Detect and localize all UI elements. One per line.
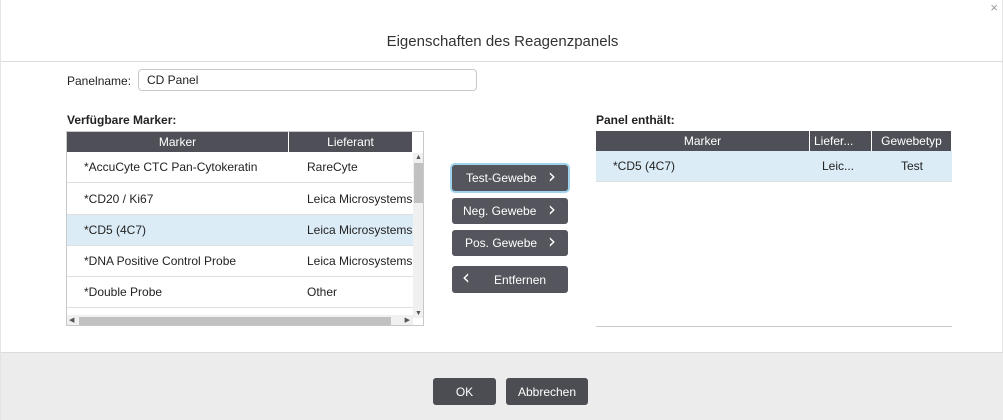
marker-row-selected[interactable]: *CD5 (4C7) Leica Microsystems (67, 215, 413, 246)
add-pos-tissue-button[interactable]: Pos. Gewebe › (452, 230, 568, 256)
marker-row[interactable]: *Double Probe Other (67, 277, 413, 308)
marker-row[interactable]: *AccuCyte CTC Pan-Cytokeratin RareCyte (67, 152, 413, 183)
marker-row[interactable]: *DNA Positive Control Probe Leica Micros… (67, 246, 413, 277)
tissue-type-cell: Test (900, 159, 923, 173)
panel-contains-grid: Marker Liefer... Gewebetyp *CD5 (4C7) Le… (596, 131, 952, 327)
dialog-title: Eigenschaften des Reagenzpanels (386, 33, 619, 50)
available-markers-label: Verfügbare Marker: (67, 113, 177, 127)
horizontal-scroll-thumb[interactable] (79, 317, 391, 325)
chevron-right-icon: › (548, 164, 556, 188)
reagent-panel-dialog: × Eigenschaften des Reagenzpanels Paneln… (0, 0, 1003, 420)
column-header-marker[interactable]: Marker (596, 131, 810, 151)
vertical-scrollbar[interactable]: ▲ ▼ (413, 153, 423, 318)
column-header-supplier[interactable]: Liefer... (810, 131, 872, 151)
supplier-cell: Leica Microsystems (307, 192, 413, 206)
panel-name-label: Panelname: (67, 74, 132, 88)
available-grid-header: Marker Lieferant (67, 132, 413, 152)
panel-row-selected[interactable]: *CD5 (4C7) Leic... Test (596, 151, 952, 182)
dialog-footer: OK Abbrechen (1, 352, 1003, 420)
marker-cell: *CD5 (4C7) (84, 223, 147, 237)
supplier-cell: RareCyte (307, 160, 358, 174)
column-header-tissue-type[interactable]: Gewebetyp (872, 131, 952, 151)
horizontal-scrollbar[interactable]: ◀ ▶ (67, 315, 413, 325)
scroll-up-icon[interactable]: ▲ (413, 154, 423, 162)
vertical-scroll-thumb[interactable] (414, 163, 423, 203)
close-icon[interactable]: × (990, 1, 998, 15)
column-header-marker[interactable]: Marker (67, 132, 289, 152)
supplier-cell: Other (307, 285, 338, 299)
add-pos-tissue-label: Pos. Gewebe (465, 236, 538, 250)
cancel-button[interactable]: Abbrechen (506, 378, 588, 405)
supplier-cell: Leic... (822, 159, 855, 173)
chevron-right-icon: › (548, 197, 556, 221)
ok-button[interactable]: OK (433, 378, 496, 405)
add-test-tissue-label: Test-Gewebe (466, 171, 537, 185)
remove-label: Entfernen (494, 273, 547, 287)
scroll-right-icon[interactable]: ▶ (405, 315, 410, 325)
marker-cell: *DNA Positive Control Probe (84, 254, 237, 268)
chevron-right-icon: › (548, 229, 556, 253)
column-header-supplier[interactable]: Lieferant (289, 132, 413, 152)
chevron-left-icon: ‹ (462, 265, 470, 289)
add-neg-tissue-button[interactable]: Neg. Gewebe › (452, 198, 568, 224)
marker-row[interactable]: *CD20 / Ki67 Leica Microsystems (67, 184, 413, 215)
marker-cell: *Double Probe (84, 285, 163, 299)
panel-grid-header: Marker Liefer... Gewebetyp (596, 131, 952, 151)
panel-contains-label: Panel enthält: (596, 113, 675, 127)
panel-name-input[interactable] (138, 69, 477, 91)
supplier-cell: Leica Microsystems (307, 223, 413, 237)
add-neg-tissue-label: Neg. Gewebe (463, 204, 537, 218)
add-test-tissue-button[interactable]: Test-Gewebe › (452, 165, 568, 191)
available-markers-grid: Marker Lieferant *AccuCyte CTC Pan-Cytok… (66, 131, 424, 326)
title-divider (1, 61, 1003, 62)
supplier-cell: Leica Microsystems (307, 254, 413, 268)
scroll-left-icon[interactable]: ◀ (69, 315, 74, 325)
scroll-down-icon[interactable]: ▼ (413, 310, 423, 318)
marker-cell: *CD5 (4C7) (613, 159, 676, 173)
remove-button[interactable]: ‹ Entfernen (452, 266, 568, 293)
marker-cell: *AccuCyte CTC Pan-Cytokeratin (84, 160, 258, 174)
marker-cell: *CD20 / Ki67 (84, 192, 154, 206)
